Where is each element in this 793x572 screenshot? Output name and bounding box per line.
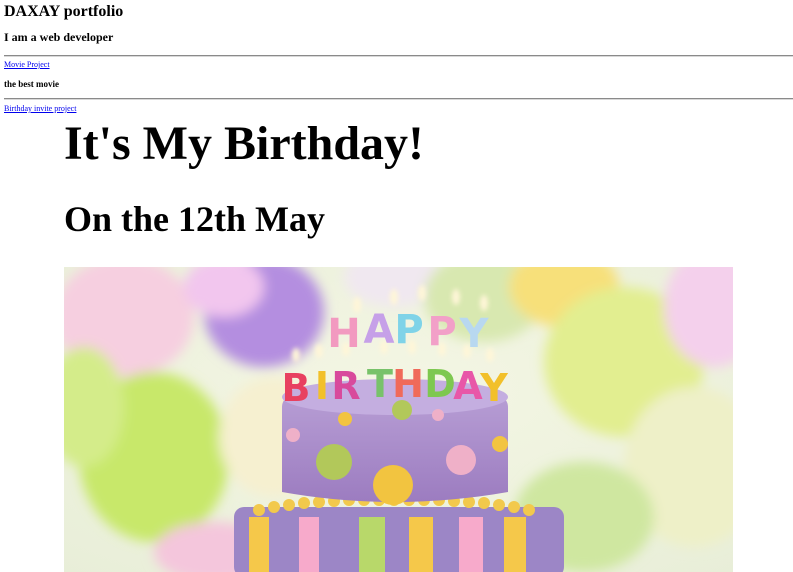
divider: [4, 98, 793, 100]
invite-heading: It's My Birthday!: [64, 117, 424, 170]
movie-project-description: the best movie: [4, 79, 59, 89]
birthday-cake-image: H A P P Y B I R T H D A Y: [64, 267, 733, 572]
movie-project-link[interactable]: Movie Project: [4, 60, 50, 70]
birthday-invite-embed: It's My Birthday! On the 12th May H A P …: [64, 112, 793, 572]
svg-text:P: P: [394, 307, 423, 353]
svg-text:T: T: [367, 362, 393, 406]
svg-text:P: P: [427, 309, 456, 355]
divider: [4, 55, 793, 57]
invite-date-heading: On the 12th May: [64, 199, 325, 239]
svg-text:H: H: [392, 362, 424, 406]
svg-text:A: A: [453, 364, 483, 408]
site-title: DAXAY portfolio: [4, 3, 124, 20]
svg-text:A: A: [364, 307, 395, 353]
svg-text:Y: Y: [479, 366, 508, 410]
svg-text:B: B: [282, 366, 311, 410]
tagline: I am a web developer: [4, 30, 114, 44]
svg-text:Y: Y: [459, 311, 490, 357]
svg-text:I: I: [315, 364, 329, 408]
svg-text:D: D: [424, 362, 456, 406]
svg-text:H: H: [327, 311, 360, 357]
svg-text:R: R: [331, 364, 360, 408]
